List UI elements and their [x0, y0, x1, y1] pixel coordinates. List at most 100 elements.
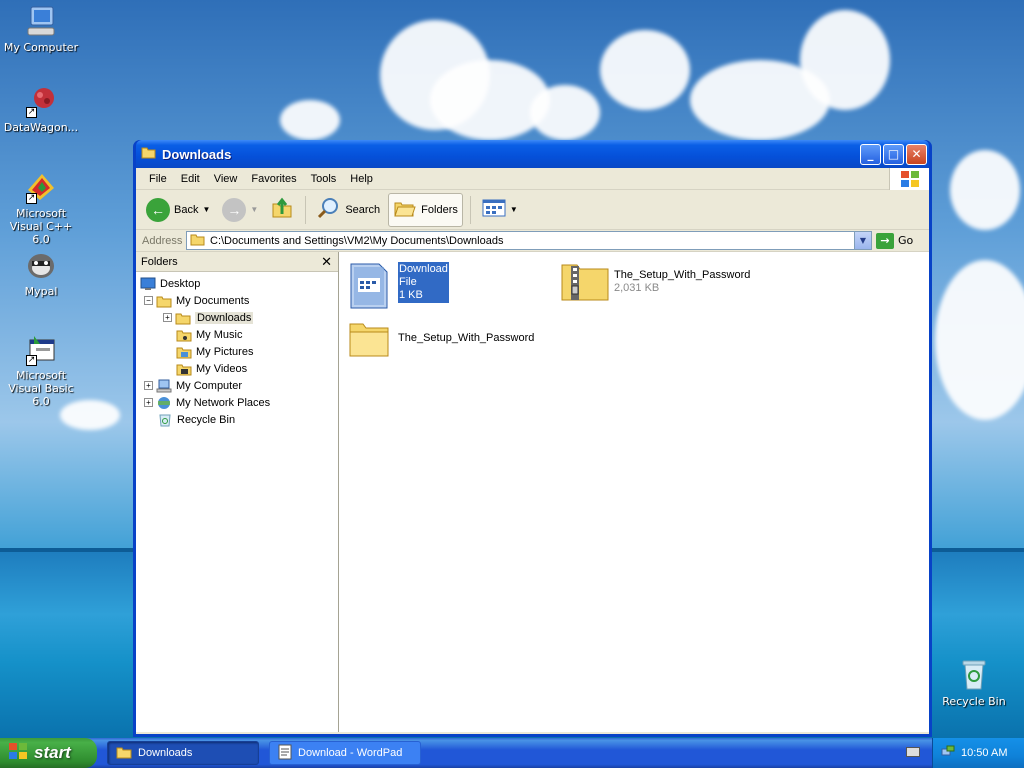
computer-icon [156, 379, 172, 393]
pictures-folder-icon [176, 345, 192, 359]
address-label: Address [142, 234, 183, 247]
menu-help[interactable]: Help [343, 173, 380, 185]
window-titlebar[interactable]: Downloads _ □ ✕ [136, 140, 929, 168]
tree-item-my-pictures[interactable]: My Pictures [136, 343, 338, 360]
menu-edit[interactable]: Edit [174, 173, 207, 185]
windows-logo-icon [8, 742, 28, 765]
mypal-icon [24, 248, 58, 282]
file-item-setup-folder[interactable]: The_Setup_With_Password [349, 320, 534, 361]
collapse-icon[interactable]: − [144, 296, 153, 305]
file-label-selected: Download File 1 KB [398, 262, 449, 303]
expand-icon[interactable]: + [144, 398, 153, 407]
folder-open-icon [116, 745, 132, 762]
tree-item-my-music[interactable]: My Music [136, 326, 338, 343]
wallpaper-cloud [430, 60, 550, 140]
tree-item-downloads[interactable]: + Downloads [136, 309, 338, 326]
folders-icon [393, 197, 417, 222]
tree-item-desktop[interactable]: Desktop [136, 275, 338, 292]
toolbar-separator [469, 195, 471, 224]
close-button[interactable]: ✕ [906, 143, 927, 165]
views-button[interactable]: ▼ [478, 193, 522, 227]
desktop-icon-visual-basic[interactable]: ↗ Microsoft Visual Basic 6.0 [0, 332, 82, 408]
wallpaper-cloud [800, 10, 890, 110]
chevron-down-icon: ▼ [250, 205, 259, 214]
address-dropdown-button[interactable]: ▼ [854, 232, 871, 249]
minimize-button[interactable]: _ [860, 143, 881, 165]
menu-file[interactable]: File [142, 173, 174, 185]
tree-item-my-computer[interactable]: + My Computer [136, 377, 338, 394]
address-value: C:\Documents and Settings\VM2\My Documen… [210, 234, 504, 247]
up-folder-button[interactable] [266, 193, 298, 227]
recycle-bin-icon [957, 658, 991, 692]
tree-item-my-network-places[interactable]: + My Network Places [136, 394, 338, 411]
taskbar-item-downloads[interactable]: Downloads [107, 741, 259, 765]
folder-icon [190, 232, 206, 249]
visual-cpp-icon: ↗ [24, 170, 58, 204]
desktop-icon-my-computer[interactable]: My Computer [0, 4, 82, 54]
chevron-down-icon: ▼ [202, 205, 211, 214]
address-input[interactable]: C:\Documents and Settings\VM2\My Documen… [186, 231, 872, 250]
tree-item-my-videos[interactable]: My Videos [136, 360, 338, 377]
shortcut-arrow-icon: ↗ [26, 107, 37, 118]
wallpaper-cloud [600, 30, 690, 110]
back-button[interactable]: ← Back ▼ [142, 193, 214, 227]
computer-icon [24, 4, 58, 38]
chevron-down-icon: ▼ [859, 236, 867, 245]
clock[interactable]: 10:50 AM [961, 747, 1007, 759]
minimize-icon: _ [867, 147, 874, 161]
expand-icon[interactable]: + [144, 381, 153, 390]
desktop-icon-datawagon[interactable]: ↗ DataWagon... [0, 84, 82, 134]
maximize-button[interactable]: □ [883, 143, 904, 165]
menu-bar: File Edit View Favorites Tools Help [136, 168, 929, 190]
folders-pane: Folders ✕ Desktop − My Documents + Downl… [136, 252, 339, 732]
file-item-setup-zip[interactable]: The_Setup_With_Password 2,031 KB [561, 260, 750, 305]
explorer-window: Downloads _ □ ✕ File Edit View Favorites… [133, 140, 932, 737]
folder-open-icon [141, 145, 157, 163]
go-arrow-icon: → [876, 232, 894, 249]
close-icon: ✕ [321, 254, 332, 269]
folder-icon [349, 320, 389, 361]
menu-tools[interactable]: Tools [304, 173, 344, 185]
folder-tree: Desktop − My Documents + Downloads My Mu… [136, 272, 338, 428]
videos-folder-icon [176, 362, 192, 376]
up-folder-icon [270, 196, 294, 223]
shortcut-arrow-icon: ↗ [26, 193, 37, 204]
expand-icon[interactable]: + [163, 313, 172, 322]
back-arrow-icon: ← [146, 197, 170, 222]
tree-item-my-documents[interactable]: − My Documents [136, 292, 338, 309]
tree-item-recycle-bin[interactable]: Recycle Bin [136, 411, 338, 428]
file-label: The_Setup_With_Password [398, 332, 535, 344]
desktop-icon-visual-cpp[interactable]: ↗ Microsoft Visual C++ 6.0 [0, 170, 82, 246]
shortcut-arrow-icon: ↗ [26, 355, 37, 366]
file-label: The_Setup_With_Password 2,031 KB [614, 269, 751, 294]
desktop-icon-recycle-bin[interactable]: Recycle Bin [933, 658, 1015, 708]
window-body: File Edit View Favorites Tools Help ← Ba… [136, 168, 929, 734]
forward-arrow-icon: → [222, 197, 247, 222]
files-pane: Download File 1 KB The_Setup_With_Passwo… [339, 252, 929, 732]
network-status-icon[interactable] [941, 745, 955, 762]
folders-button[interactable]: Folders [388, 192, 463, 227]
toolbar: ← Back ▼ → ▼ Search Folders ▼ [136, 190, 929, 230]
close-pane-button[interactable]: ✕ [321, 254, 332, 270]
search-button[interactable]: Search [313, 193, 384, 227]
desktop-icon-mypal[interactable]: Mypal [0, 248, 82, 298]
folders-pane-header: Folders ✕ [136, 252, 338, 272]
start-button[interactable]: start [0, 738, 97, 768]
taskbar-item-wordpad[interactable]: Download - WordPad [269, 741, 421, 765]
keyboard-icon[interactable] [906, 747, 920, 757]
chevron-down-icon: ▼ [509, 205, 518, 214]
forward-button[interactable]: → ▼ [218, 193, 262, 227]
menu-view[interactable]: View [207, 173, 245, 185]
windows-logo-icon [889, 168, 929, 190]
zip-folder-icon [561, 260, 609, 305]
wordpad-icon [278, 744, 292, 763]
network-icon [156, 396, 172, 410]
system-tray: 10:50 AM [932, 738, 1024, 768]
go-button[interactable]: → Go [876, 232, 913, 249]
recycle-bin-icon [157, 413, 173, 427]
search-icon [317, 196, 341, 223]
folder-icon [156, 294, 172, 308]
wallpaper-cloud [935, 260, 1024, 420]
file-item-download[interactable]: Download File 1 KB [349, 262, 449, 313]
menu-favorites[interactable]: Favorites [244, 173, 303, 185]
